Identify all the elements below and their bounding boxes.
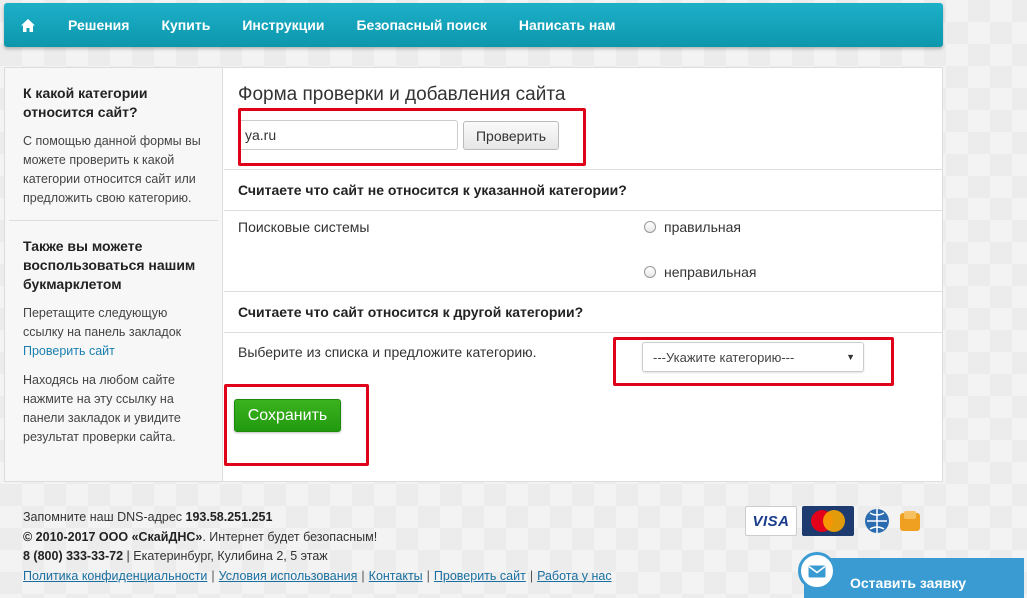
footer-dns-label: Запомните наш DNS-адрес	[23, 510, 183, 524]
wallet-logo	[897, 506, 923, 536]
sidebar-bookmarklet-text: Перетащите следующую ссылку на панель за…	[23, 304, 204, 361]
globe-icon	[865, 509, 889, 533]
nav-buy[interactable]: Купить	[145, 3, 226, 47]
footer-dns-line: Запомните наш DNS-адрес 193.58.251.251	[23, 508, 612, 528]
radio-correct-label: правильная	[664, 219, 741, 235]
footer-copyright-line: © 2010-2017 ООО «СкайДНС». Интернет буде…	[23, 528, 612, 548]
form-title: Форма проверки и добавления сайта	[238, 84, 566, 105]
bookmarklet-usage-text: Находясь на любом сайте нажмите на эту с…	[23, 373, 181, 444]
footer-link-separator: |	[426, 568, 430, 583]
footer-link-jobs[interactable]: Работа у нас	[537, 569, 612, 583]
footer-slogan: . Интернет будет безопасным!	[202, 529, 378, 544]
footer: Запомните наш DNS-адрес 193.58.251.251 ©…	[23, 508, 612, 586]
leave-request-button[interactable]: Оставить заявку	[798, 552, 1024, 598]
footer-link-separator: |	[361, 568, 365, 583]
webmoney-logo	[862, 506, 892, 536]
mail-icon	[798, 552, 836, 590]
home-button[interactable]	[4, 3, 52, 47]
leave-request-label: Оставить заявку	[850, 575, 967, 591]
radio-correct[interactable]	[644, 221, 656, 233]
radio-correct-option[interactable]: правильная	[644, 219, 741, 235]
footer-dns-value: 193.58.251.251	[185, 510, 273, 524]
footer-copyright: © 2010-2017 ООО «СкайДНС»	[23, 529, 203, 544]
top-navbar: Решения Купить Инструкции Безопасный пои…	[4, 3, 943, 47]
highlight-box-save	[224, 384, 369, 466]
mastercard-icon	[811, 510, 845, 532]
footer-link-contacts[interactable]: Контакты	[369, 569, 423, 583]
visa-logo: VISA	[745, 506, 797, 536]
highlight-box-select	[613, 337, 894, 386]
footer-phone: 8 (800) 333-33-72	[23, 549, 124, 563]
nav-solutions[interactable]: Решения	[52, 3, 145, 47]
footer-address: | Екатеринбург, Кулибина 2, 5 этаж	[123, 549, 328, 563]
current-category: Поисковые системы	[238, 219, 370, 235]
bookmarklet-instruction: Перетащите следующую ссылку на панель за…	[23, 306, 182, 339]
sidebar: К какой категории относится сайт? С помо…	[5, 68, 223, 481]
nav-safe-search[interactable]: Безопасный поиск	[340, 3, 502, 47]
radio-incorrect-option[interactable]: неправильная	[644, 264, 757, 280]
radio-incorrect[interactable]	[644, 266, 656, 278]
highlight-box-input	[238, 108, 586, 166]
nav-contact[interactable]: Написать нам	[503, 3, 632, 47]
main-panel: К какой категории относится сайт? С помо…	[4, 67, 943, 482]
footer-link-check-site[interactable]: Проверить сайт	[434, 569, 526, 583]
wallet-icon	[900, 511, 920, 531]
home-icon	[21, 18, 35, 32]
footer-link-privacy[interactable]: Политика конфиденциальности	[23, 569, 207, 583]
suggest-category-text: Выберите из списка и предложите категори…	[238, 344, 537, 360]
footer-link-terms[interactable]: Условия использования	[219, 569, 358, 583]
sidebar-block-bookmarklet: Также вы можете воспользоваться нашим бу…	[5, 221, 222, 447]
sidebar-block-about: К какой категории относится сайт? С помо…	[5, 68, 222, 208]
mastercard-logo	[802, 506, 854, 536]
footer-link-separator: |	[529, 568, 534, 583]
sidebar-title: К какой категории относится сайт?	[23, 85, 148, 120]
section-other-category-heading: Считаете что сайт относится к другой кат…	[224, 291, 942, 333]
footer-contact-line: 8 (800) 333-33-72 | Екатеринбург, Кулиби…	[23, 547, 612, 567]
footer-links: Политика конфиденциальности | Условия испо…	[23, 567, 612, 587]
visa-logo-text: VISA	[752, 512, 790, 530]
radio-incorrect-label: неправильная	[664, 264, 757, 280]
sidebar-bookmarklet-title: Также вы можете воспользоваться нашим бу…	[23, 238, 196, 292]
nav-instructions[interactable]: Инструкции	[226, 3, 340, 47]
footer-link-separator: |	[211, 568, 215, 583]
bookmarklet-link[interactable]: Проверить сайт	[23, 342, 204, 361]
section-wrong-category-heading: Считаете что сайт не относится к указанн…	[224, 169, 942, 211]
sidebar-description: С помощью данной формы вы можете провери…	[23, 134, 201, 205]
